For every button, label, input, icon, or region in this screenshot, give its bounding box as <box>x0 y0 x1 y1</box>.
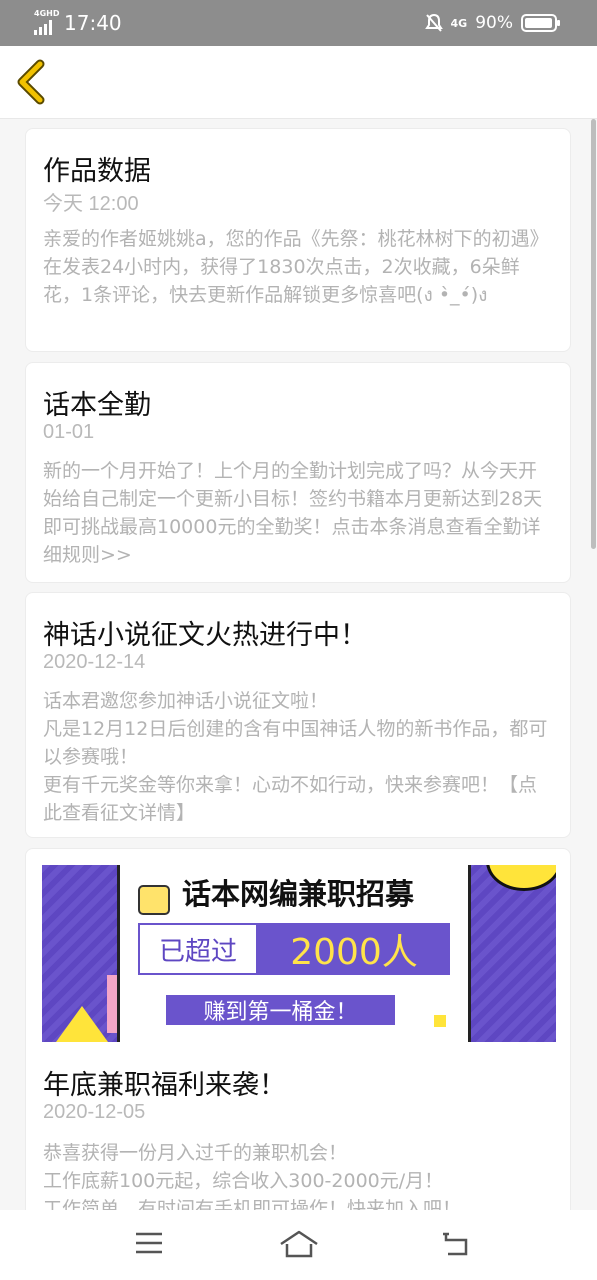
message-title: 神话小说征文火热进行中！ <box>43 620 367 651</box>
menu-icon <box>136 1232 162 1254</box>
network-label: 4GHD <box>34 9 60 18</box>
top-nav-bar <box>0 46 597 119</box>
clock: 17:40 <box>64 11 122 35</box>
message-date: 今天 12:00 <box>43 193 139 215</box>
message-title: 年底兼职福利来袭！ <box>43 1070 286 1101</box>
back-button[interactable] <box>10 58 58 106</box>
system-nav-bar <box>0 1210 597 1280</box>
status-right: 4G 90% <box>424 0 561 46</box>
app-logo-icon <box>138 885 170 915</box>
back-chevron-icon <box>17 59 45 105</box>
decor-triangle <box>56 1006 108 1042</box>
back-nav-button[interactable] <box>440 1230 470 1262</box>
message-date: 2020-12-14 <box>43 651 146 673</box>
banner-panel: 话本网编兼职招募 已超过 2000人 赚到第一桶金！ <box>117 865 471 1042</box>
message-list[interactable]: 作品数据 今天 12:00 亲爱的作者姬姚姚a，您的作品《先祭：桃花林树下的初遇… <box>0 119 597 1210</box>
message-date: 01-01 <box>43 421 95 443</box>
home-icon <box>280 1230 318 1258</box>
message-body: 恭喜获得一份月入过千的兼职机会！ 工作底薪100元起，综合收入300-2000元… <box>43 1142 462 1210</box>
decor-circle <box>486 865 556 891</box>
message-date: 2020-12-05 <box>43 1101 146 1123</box>
message-body: 话本君邀您参加神话小说征文啦！ 凡是12月12日后创建的含有中国神话人物的新书作… <box>43 690 548 824</box>
mute-bell-icon <box>424 13 443 32</box>
message-card-work-data[interactable]: 作品数据 今天 12:00 亲爱的作者姬姚姚a，您的作品《先祭：桃花林树下的初遇… <box>25 128 571 352</box>
signal-icon <box>34 20 52 35</box>
battery-percent: 90% <box>475 13 513 33</box>
scrollbar[interactable] <box>591 119 596 549</box>
message-title: 作品数据 <box>43 156 151 187</box>
banner-subtitle: 赚到第一桶金！ <box>166 995 395 1025</box>
banner-heading: 话本网编兼职招募 <box>182 877 415 911</box>
message-card-parttime[interactable]: 话本网编兼职招募 已超过 2000人 赚到第一桶金！ 年底兼职福利来袭！ 202… <box>25 848 571 1210</box>
message-body: 亲爱的作者姬姚姚a，您的作品《先祭：桃花林树下的初遇》在发表24小时内，获得了1… <box>43 228 549 306</box>
promo-banner[interactable]: 话本网编兼职招募 已超过 2000人 赚到第一桶金！ <box>42 865 556 1042</box>
decor-strip <box>107 975 117 1033</box>
message-card-contest[interactable]: 神话小说征文火热进行中！ 2020-12-14 话本君邀您参加神话小说征文啦！ … <box>25 592 571 838</box>
home-button[interactable] <box>278 1230 320 1262</box>
message-title: 话本全勤 <box>43 390 151 421</box>
battery-icon <box>521 14 560 32</box>
status-bar: 4GHD 17:40 4G 90% <box>0 0 597 46</box>
banner-highlight: 2000人 <box>258 923 450 975</box>
decor-square <box>434 1015 446 1027</box>
signal-4g-label: 4G <box>450 16 468 30</box>
status-left: 4GHD 17:40 <box>34 0 122 46</box>
message-card-attendance[interactable]: 话本全勤 01-01 新的一个月开始了！上个月的全勤计划完成了吗？从今天开始给自… <box>25 362 571 583</box>
banner-left-text: 已超过 <box>138 923 258 975</box>
return-icon <box>443 1232 468 1256</box>
message-body: 新的一个月开始了！上个月的全勤计划完成了吗？从今天开始给自己制定一个更新小目标！… <box>43 460 543 566</box>
menu-button[interactable] <box>134 1230 164 1260</box>
